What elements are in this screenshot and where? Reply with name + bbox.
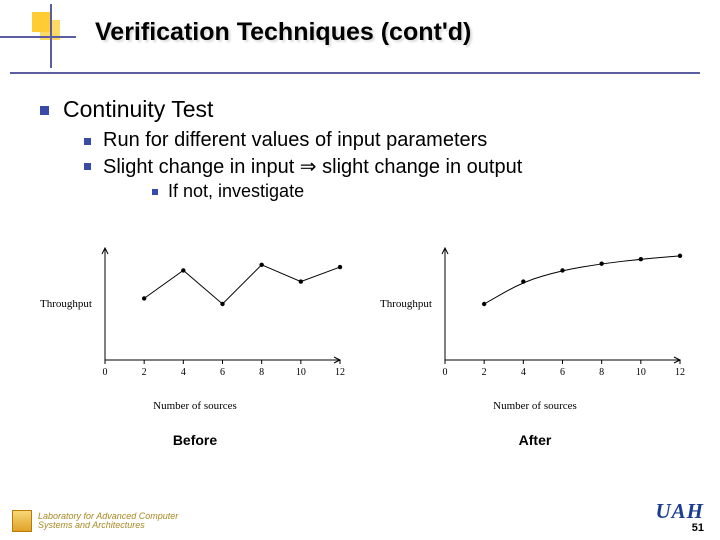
svg-text:8: 8	[259, 367, 264, 378]
chart-caption-after: After	[380, 432, 690, 448]
svg-text:0: 0	[443, 367, 448, 378]
svg-text:6: 6	[560, 367, 565, 378]
svg-text:10: 10	[296, 367, 306, 378]
svg-text:8: 8	[599, 367, 604, 378]
chart-before: Throughput 024681012 Number of sources B…	[40, 238, 350, 418]
square-bullet-icon	[152, 189, 158, 195]
footer-left: Laboratory for Advanced Computer Systems…	[12, 510, 178, 532]
bullet-level1: Continuity Test	[40, 96, 680, 123]
y-axis-label: Throughput	[380, 298, 432, 310]
svg-text:10: 10	[636, 367, 646, 378]
bullet-text: Slight change in input ⇒ slight change i…	[103, 154, 522, 179]
bullet-level2: Slight change in input ⇒ slight change i…	[84, 154, 680, 179]
square-bullet-icon	[40, 106, 49, 115]
bullet-level3: If not, investigate	[152, 181, 680, 202]
title-underline	[10, 72, 700, 74]
square-bullet-icon	[84, 138, 91, 145]
lab-logo-icon	[12, 510, 32, 532]
bullet-level2: Run for different values of input parame…	[84, 129, 680, 152]
svg-text:4: 4	[181, 367, 186, 378]
footer-right: UAH 51	[655, 499, 704, 534]
svg-text:2: 2	[142, 367, 147, 378]
slide-title: Verification Techniques (cont'd)	[95, 18, 720, 47]
y-axis-label: Throughput	[40, 298, 92, 310]
svg-text:6: 6	[220, 367, 225, 378]
bullet-text: If not, investigate	[168, 181, 304, 202]
svg-text:12: 12	[335, 367, 345, 378]
x-axis-label: Number of sources	[380, 400, 690, 412]
square-bullet-icon	[84, 163, 91, 170]
charts-row: Throughput 024681012 Number of sources B…	[40, 238, 690, 438]
slide: Verification Techniques (cont'd) Continu…	[0, 0, 720, 540]
svg-text:12: 12	[675, 367, 685, 378]
lab-line2: Systems and Architectures	[38, 520, 145, 530]
chart-after: Throughput 024681012 Number of sources A…	[380, 238, 690, 418]
x-axis-label: Number of sources	[40, 400, 350, 412]
lab-name: Laboratory for Advanced Computer Systems…	[38, 512, 178, 531]
bullet-text: Continuity Test	[63, 96, 213, 123]
chart-svg-before: 0 2 4 6 8 10 12	[40, 238, 350, 388]
chart-svg-after: 0 2 4 6 8 10 12	[380, 238, 690, 388]
svg-text:4: 4	[521, 367, 526, 378]
content-area: Continuity Test Run for different values…	[0, 78, 720, 202]
svg-text:0: 0	[103, 367, 108, 378]
title-area: Verification Techniques (cont'd)	[0, 0, 720, 78]
org-logo-text: UAH	[655, 499, 704, 524]
bullet-text: Run for different values of input parame…	[103, 129, 487, 152]
svg-text:2: 2	[482, 367, 487, 378]
corner-accent	[28, 10, 74, 56]
chart-caption-before: Before	[40, 432, 350, 448]
